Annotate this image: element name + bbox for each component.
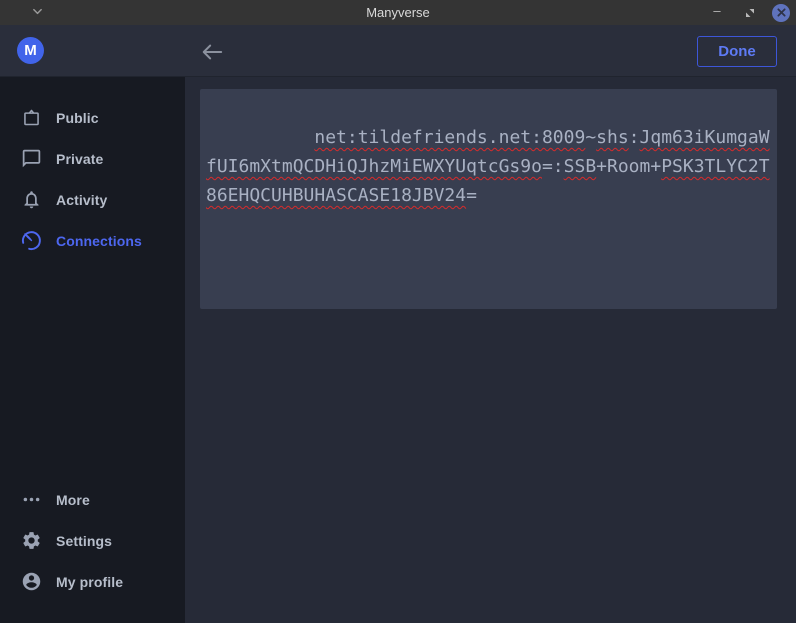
invite-text-segment: : [629, 127, 640, 148]
person-icon [21, 571, 42, 592]
invite-text-segment: SSB [564, 156, 597, 177]
minimize-button[interactable]: – [706, 0, 728, 22]
invite-code-input[interactable]: net:tildefriends.net:8009~shs:Jqm63iKumg… [200, 89, 777, 309]
restore-button[interactable] [739, 2, 761, 24]
sidebar-item-connections[interactable]: Connections [0, 220, 185, 261]
invite-text-segment: =: [542, 156, 564, 177]
gear-icon [21, 530, 42, 551]
window-controls: – [706, 0, 790, 25]
app-body: M Done Public [0, 25, 796, 623]
sidebar-item-label: Activity [56, 192, 107, 208]
app-header: M Done [0, 25, 796, 77]
invite-code-text: net:tildefriends.net:8009~shs:Jqm63iKumg… [206, 127, 770, 206]
invite-text-segment: ~ [585, 127, 596, 148]
sidebar-item-label: More [56, 492, 90, 508]
done-button[interactable]: Done [697, 36, 777, 67]
sidebar-item-more[interactable]: More [0, 479, 185, 520]
close-button[interactable] [772, 4, 790, 22]
invite-text-segment: shs [596, 127, 629, 148]
window-title: Manyverse [0, 5, 796, 20]
sidebar-item-activity[interactable]: Activity [0, 179, 185, 220]
sidebar-item-label: Settings [56, 533, 112, 549]
gauge-icon [21, 230, 42, 251]
manyverse-logo: M [17, 37, 44, 64]
sidebar-item-label: Public [56, 110, 99, 126]
sidebar-item-label: Private [56, 151, 103, 167]
sidebar-spacer [0, 261, 185, 479]
manyverse-window: Manyverse – M [0, 0, 796, 623]
sidebar-item-my-profile[interactable]: My profile [0, 561, 185, 602]
content-row: Public Private A [0, 77, 796, 623]
sidebar-item-label: Connections [56, 233, 142, 249]
bell-icon [21, 189, 42, 210]
ellipsis-icon [21, 489, 42, 510]
invite-text-segment: net:tildefriends.net:8009 [314, 127, 585, 148]
sidebar-item-private[interactable]: Private [0, 138, 185, 179]
sidebar-item-public[interactable]: Public [0, 97, 185, 138]
invite-text-segment: +Room+ [596, 156, 661, 177]
back-arrow-icon[interactable] [199, 39, 225, 65]
main-panel: net:tildefriends.net:8009~shs:Jqm63iKumg… [185, 77, 796, 623]
sidebar: Public Private A [0, 77, 185, 623]
invite-text-segment: = [466, 185, 477, 206]
bulletin-board-icon [21, 107, 42, 128]
speech-bubble-icon [21, 148, 42, 169]
sidebar-item-label: My profile [56, 574, 123, 590]
os-titlebar: Manyverse – [0, 0, 796, 25]
window-menu-chevron-icon[interactable] [30, 4, 44, 18]
sidebar-footer: More Settings [0, 479, 185, 623]
sidebar-item-settings[interactable]: Settings [0, 520, 185, 561]
